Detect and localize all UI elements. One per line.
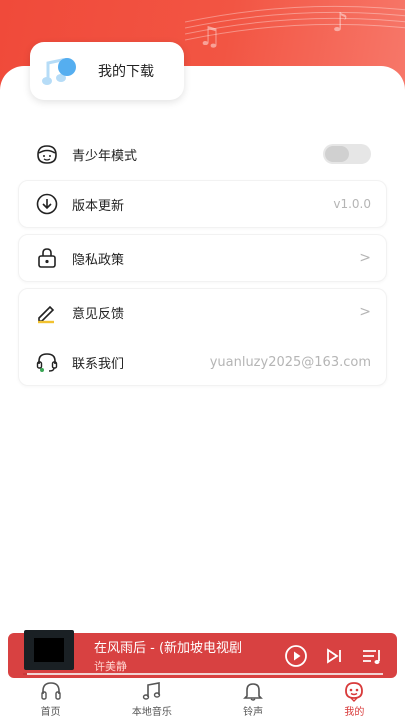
- playback-progress-fill: [23, 673, 27, 675]
- version-update-row[interactable]: 版本更新 v1.0.0: [18, 180, 387, 228]
- headset-icon: [36, 353, 58, 372]
- privacy-policy-row[interactable]: 隐私政策 >: [18, 234, 387, 282]
- contact-label: 联系我们: [72, 356, 125, 372]
- my-downloads-label: 我的下载: [98, 64, 154, 80]
- music-note-icon: ♫: [198, 22, 222, 52]
- profile-icon: [345, 682, 364, 702]
- contact-row[interactable]: 联系我们 yuanluzy2025@163.com: [18, 338, 387, 386]
- tab-label: 铃声: [243, 707, 264, 718]
- playback-progress-bar[interactable]: [23, 673, 383, 675]
- feedback-row[interactable]: 意见反馈 >: [18, 288, 387, 336]
- play-button[interactable]: [283, 643, 309, 669]
- album-cover[interactable]: [24, 629, 74, 670]
- playlist-button[interactable]: [359, 643, 385, 669]
- my-downloads-button[interactable]: 我的下载: [30, 42, 184, 100]
- tab-label: 本地音乐: [131, 707, 172, 718]
- bottom-tab-bar: 首页 本地音乐 铃声 我的: [0, 678, 405, 720]
- youth-mode-row: 青少年模式: [18, 140, 387, 168]
- download-circle-icon: [36, 193, 58, 215]
- track-title: 在风雨后 - (新加坡电视剧: [94, 641, 243, 656]
- chevron-right-icon: >: [359, 250, 371, 266]
- tab-ringtones[interactable]: 铃声: [203, 678, 304, 720]
- version-value: v1.0.0: [333, 197, 371, 211]
- version-update-label: 版本更新: [72, 198, 125, 214]
- tab-mine[interactable]: 我的: [304, 678, 405, 720]
- music-note-icon: ♪: [332, 8, 349, 38]
- youth-face-icon: [37, 145, 57, 164]
- music-note-icon: [142, 682, 161, 700]
- lock-icon: [38, 248, 56, 268]
- privacy-policy-label: 隐私政策: [72, 252, 125, 268]
- mini-player[interactable]: 在风雨后 - (新加坡电视剧 许美静: [8, 629, 397, 678]
- contact-email: yuanluzy2025@163.com: [209, 354, 371, 370]
- toggle-knob: [325, 146, 349, 162]
- bell-icon: [243, 683, 264, 701]
- feedback-label: 意见反馈: [72, 306, 125, 322]
- headphones-icon: [40, 682, 61, 700]
- pencil-icon: [38, 305, 55, 324]
- next-track-button[interactable]: [321, 643, 347, 669]
- youth-mode-toggle[interactable]: [323, 144, 371, 164]
- youth-mode-label: 青少年模式: [72, 148, 138, 164]
- tab-local-music[interactable]: 本地音乐: [101, 678, 202, 720]
- album-cover-art: [34, 637, 64, 662]
- chevron-right-icon: >: [359, 304, 371, 320]
- track-artist: 许美静: [94, 660, 127, 673]
- tab-label: 我的: [344, 707, 365, 718]
- tab-label: 首页: [40, 707, 61, 718]
- track-info[interactable]: 在风雨后 - (新加坡电视剧 许美静: [94, 637, 283, 674]
- tab-home[interactable]: 首页: [0, 678, 101, 720]
- download-music-icon: [42, 58, 76, 85]
